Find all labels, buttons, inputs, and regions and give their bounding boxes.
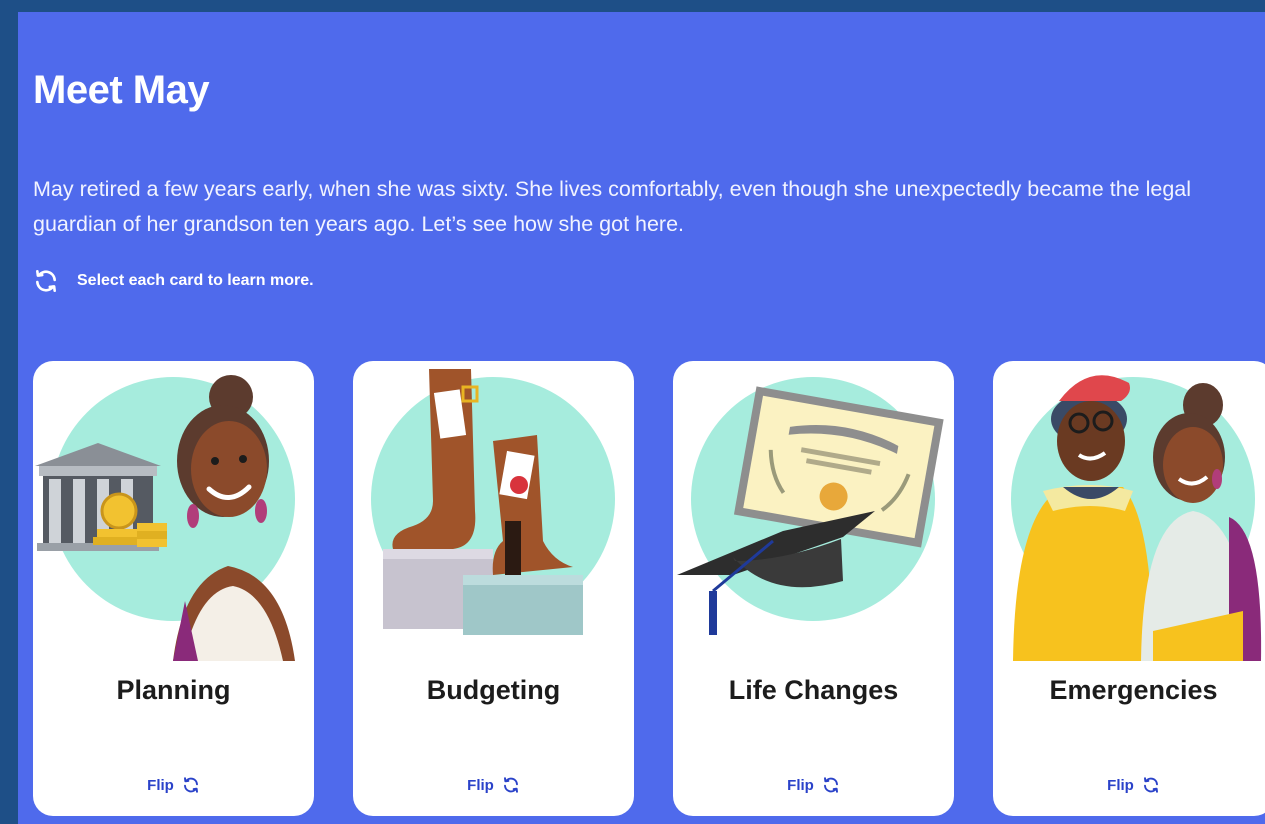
flip-button[interactable]: Flip bbox=[33, 776, 314, 794]
card-title: Emergencies bbox=[1049, 675, 1218, 705]
refresh-icon bbox=[823, 777, 838, 793]
planning-illustration bbox=[35, 375, 295, 661]
refresh-icon bbox=[1143, 777, 1158, 793]
instruction-text: Select each card to learn more. bbox=[77, 272, 314, 289]
card-title: Planning bbox=[116, 675, 231, 705]
refresh-icon bbox=[36, 269, 56, 293]
flip-button[interactable]: Flip bbox=[993, 776, 1265, 794]
flip-button[interactable]: Flip bbox=[673, 776, 954, 794]
emergencies-illustration bbox=[1011, 375, 1262, 661]
flip-label: Flip bbox=[147, 776, 174, 794]
budgeting-illustration bbox=[371, 369, 615, 635]
instruction-row: Select each card to learn more. bbox=[33, 268, 314, 294]
page-title: Meet May bbox=[33, 68, 210, 112]
intro-text: May retired a few years early, when she … bbox=[33, 177, 1192, 236]
card-emergencies[interactable]: Emergencies Flip bbox=[993, 361, 1265, 816]
card-budgeting[interactable]: Budgeting Flip bbox=[353, 361, 634, 816]
card-planning[interactable]: Planning Flip bbox=[33, 361, 314, 816]
card-title: Life Changes bbox=[728, 675, 899, 705]
flip-button[interactable]: Flip bbox=[353, 776, 634, 794]
content-panel: Meet May May retired a few years early, … bbox=[18, 12, 1265, 824]
card-title: Budgeting bbox=[426, 675, 561, 705]
flip-label: Flip bbox=[787, 776, 814, 794]
card-life-changes[interactable]: Life Changes Flip bbox=[673, 361, 954, 816]
refresh-icon bbox=[183, 777, 198, 793]
flip-label: Flip bbox=[1107, 776, 1134, 794]
refresh-icon bbox=[503, 777, 518, 793]
flip-label: Flip bbox=[467, 776, 494, 794]
life-changes-illustration bbox=[677, 377, 944, 635]
